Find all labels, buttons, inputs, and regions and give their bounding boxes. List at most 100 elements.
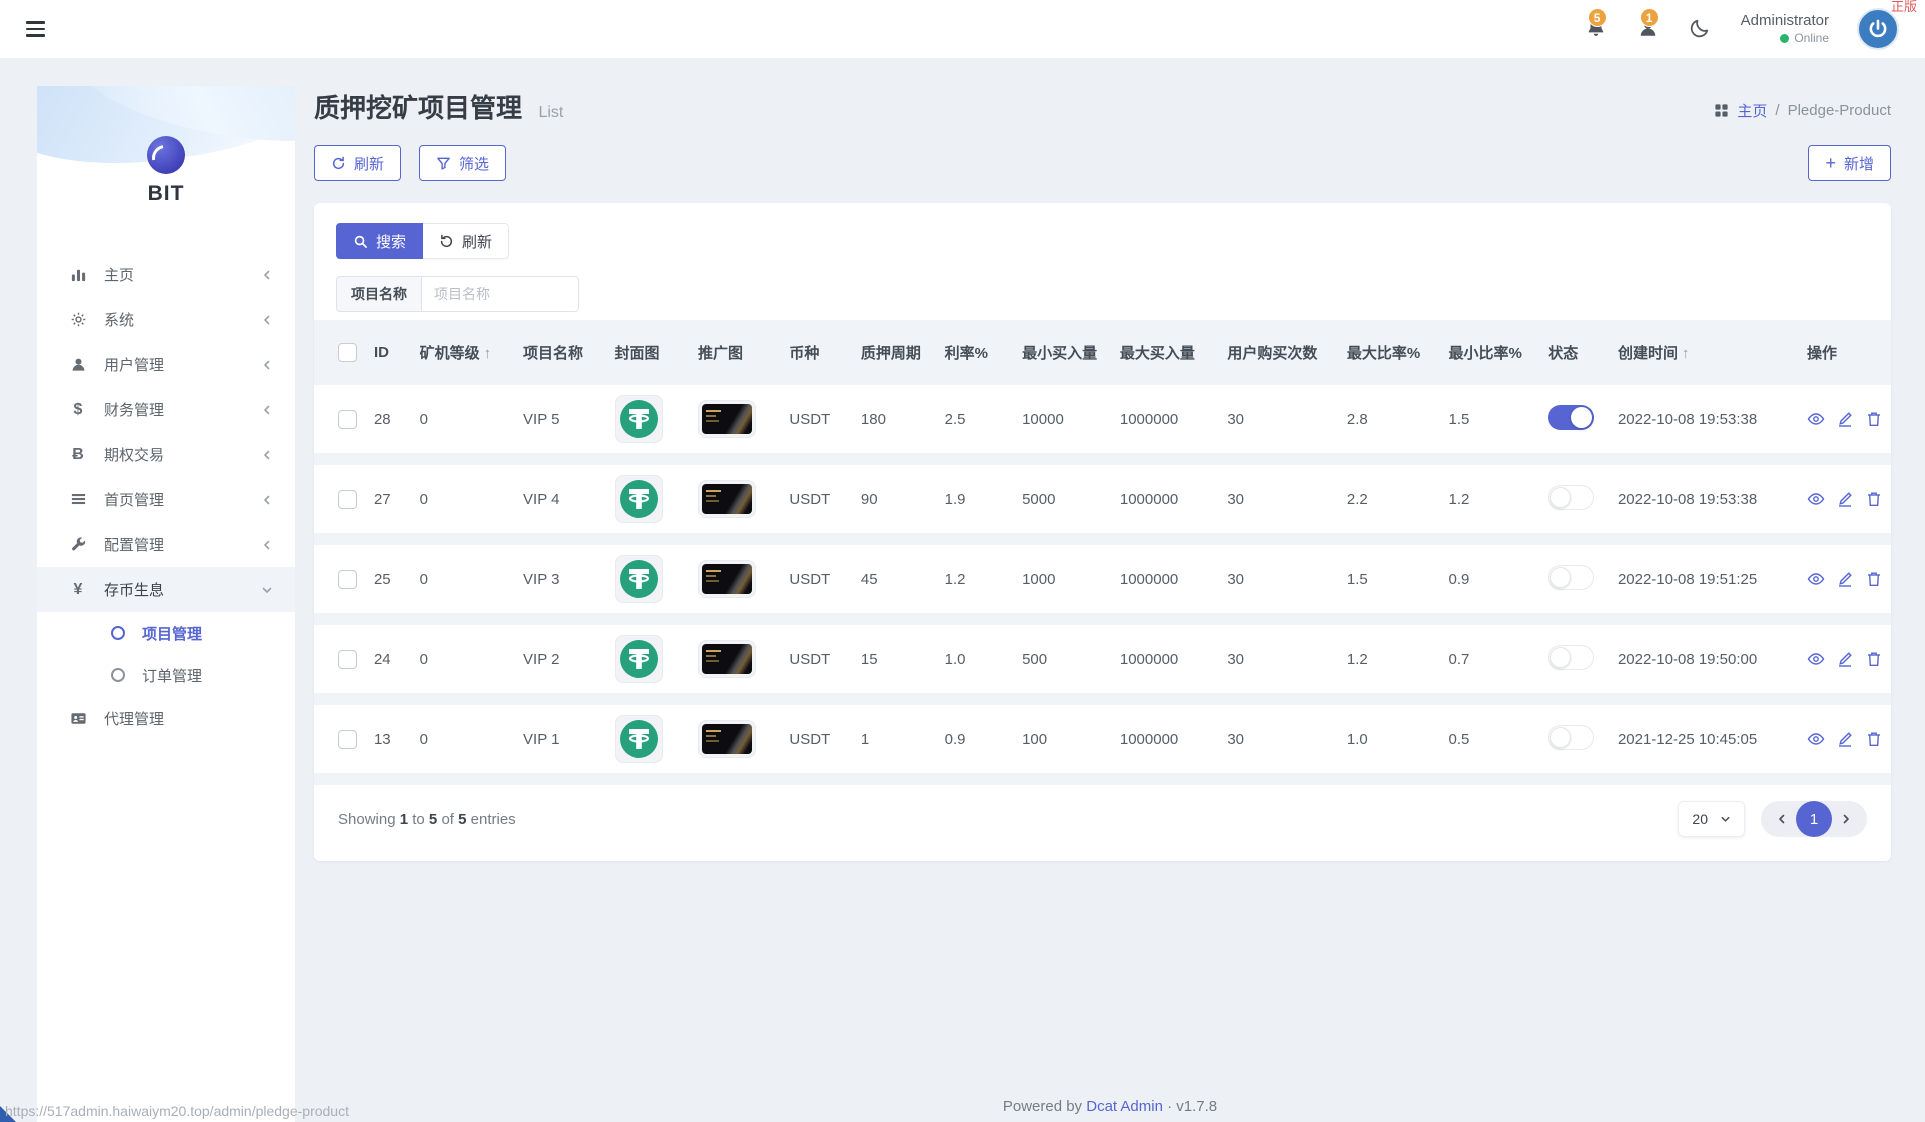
column-label: 最大比率% [1347,345,1420,362]
promo-image[interactable] [698,640,756,678]
column-header: 封面图 [607,332,690,373]
page-size-select[interactable]: 20 [1678,801,1745,837]
sidebar-item-config[interactable]: 配置管理 [37,522,295,567]
chevron-down-icon [261,584,273,596]
table-header: ID矿机等级↑项目名称封面图推广图币种质押周期利率%最小买入量最大买入量用户购买… [314,332,1891,373]
cell-id: 25 [366,545,412,613]
sidebar-item-label: 财务管理 [104,399,164,420]
sidebar-item-agent-management[interactable]: 代理管理 [37,696,295,741]
sidebar-item-system[interactable]: 系统 [37,297,295,342]
dark-mode-moon-icon[interactable] [1689,17,1713,41]
row-checkbox[interactable] [338,490,357,509]
sidebar-toggle-icon[interactable] [26,21,45,37]
breadcrumb-home-link[interactable]: 主页 [1737,100,1767,121]
list-icon [67,491,89,508]
promo-image[interactable] [698,480,756,518]
cover-image-tether-icon[interactable] [615,475,663,523]
status-toggle[interactable] [1548,565,1594,590]
cover-image-tether-icon[interactable] [615,395,663,443]
status-toggle[interactable] [1548,725,1594,750]
sidebar-item-options-trading[interactable]: Ƀ 期权交易 [37,432,295,477]
user-messages-icon[interactable]: 1 [1637,17,1661,41]
promo-image[interactable] [698,720,756,758]
row-checkbox[interactable] [338,730,357,749]
delete-trash-icon[interactable] [1865,570,1883,588]
chevron-left-icon [261,494,273,506]
cell-buy-times: 30 [1219,705,1339,773]
dcat-admin-link[interactable]: Dcat Admin [1086,1098,1163,1115]
brand-name: BIT [37,182,295,206]
project-name-input[interactable] [421,276,579,312]
circle-bullet-icon [111,668,125,682]
column-header: ID [366,332,412,373]
view-eye-icon[interactable] [1807,650,1825,668]
status-toggle[interactable] [1548,645,1594,670]
delete-trash-icon[interactable] [1865,730,1883,748]
cell-max-ratio: 2.8 [1339,385,1441,453]
sidebar-subitem-order-management[interactable]: 订单管理 [37,654,295,696]
status-toggle[interactable] [1548,485,1594,510]
view-eye-icon[interactable] [1807,490,1825,508]
edit-pencil-icon[interactable] [1836,570,1854,588]
status-toggle[interactable] [1548,405,1594,430]
refresh-button[interactable]: 刷新 [314,145,401,181]
cell-pledge-period: 45 [853,545,937,613]
cell-min-ratio: 1.2 [1441,465,1541,533]
column-label: 最小买入量 [1022,345,1097,362]
delete-trash-icon[interactable] [1865,490,1883,508]
sidebar-item-homepage[interactable]: 首页管理 [37,477,295,522]
row-checkbox[interactable] [338,650,357,669]
search-reset-button[interactable]: 刷新 [423,223,509,259]
cell-miner-level: 0 [412,705,515,773]
edit-pencil-icon[interactable] [1836,650,1854,668]
cover-image-tether-icon[interactable] [615,635,663,683]
cell-max-ratio: 1.2 [1339,625,1441,693]
cell-coin: USDT [781,385,853,453]
row-checkbox[interactable] [338,570,357,589]
next-page-button[interactable] [1832,813,1860,825]
delete-trash-icon[interactable] [1865,650,1883,668]
sidebar-item-deposit-interest[interactable]: ¥ 存币生息 [37,567,295,612]
project-name-filter-label: 项目名称 [336,276,421,312]
cover-image-tether-icon[interactable] [615,715,663,763]
current-page-button[interactable]: 1 [1796,801,1832,837]
view-eye-icon[interactable] [1807,570,1825,588]
filter-button[interactable]: 筛选 [419,145,506,181]
breadcrumb-current: Pledge-Product [1788,102,1891,119]
circle-bullet-icon [111,626,125,640]
cell-pledge-period: 15 [853,625,937,693]
sidebar-item-home[interactable]: 主页 [37,252,295,297]
cell-min-buy: 5000 [1014,465,1112,533]
prev-page-button[interactable] [1768,813,1796,825]
edit-pencil-icon[interactable] [1836,490,1854,508]
cell-rate: 1.0 [937,625,1014,693]
delete-trash-icon[interactable] [1865,410,1883,428]
cell-max-buy: 1000000 [1112,465,1219,533]
cell-project-name: VIP 4 [515,465,607,533]
column-label: ID [374,344,389,361]
edit-pencil-icon[interactable] [1836,410,1854,428]
cell-max-ratio: 1.5 [1339,545,1441,613]
edit-pencil-icon[interactable] [1836,730,1854,748]
select-all-checkbox[interactable] [338,343,357,362]
table-row: 130VIP 1USDT10.91001000000301.00.52021-1… [314,705,1891,773]
view-eye-icon[interactable] [1807,730,1825,748]
cell-min-ratio: 1.5 [1441,385,1541,453]
search-submit-button[interactable]: 搜索 [336,223,423,259]
add-button[interactable]: + 新增 [1808,145,1891,181]
sidebar-item-users[interactable]: 用户管理 [37,342,295,387]
cell-id: 28 [366,385,412,453]
promo-image[interactable] [698,400,756,438]
cell-min-buy: 500 [1014,625,1112,693]
notifications-bell-icon[interactable]: 5 [1585,17,1609,41]
chevron-left-icon [261,404,273,416]
sidebar-subitem-project-management[interactable]: 项目管理 [37,612,295,654]
promo-image[interactable] [698,560,756,598]
sidebar-item-label: 期权交易 [104,444,164,465]
cover-image-tether-icon[interactable] [615,555,663,603]
sidebar-item-finance[interactable]: $ 财务管理 [37,387,295,432]
view-eye-icon[interactable] [1807,410,1825,428]
cell-coin: USDT [781,465,853,533]
row-checkbox[interactable] [338,410,357,429]
gear-icon [67,311,89,328]
